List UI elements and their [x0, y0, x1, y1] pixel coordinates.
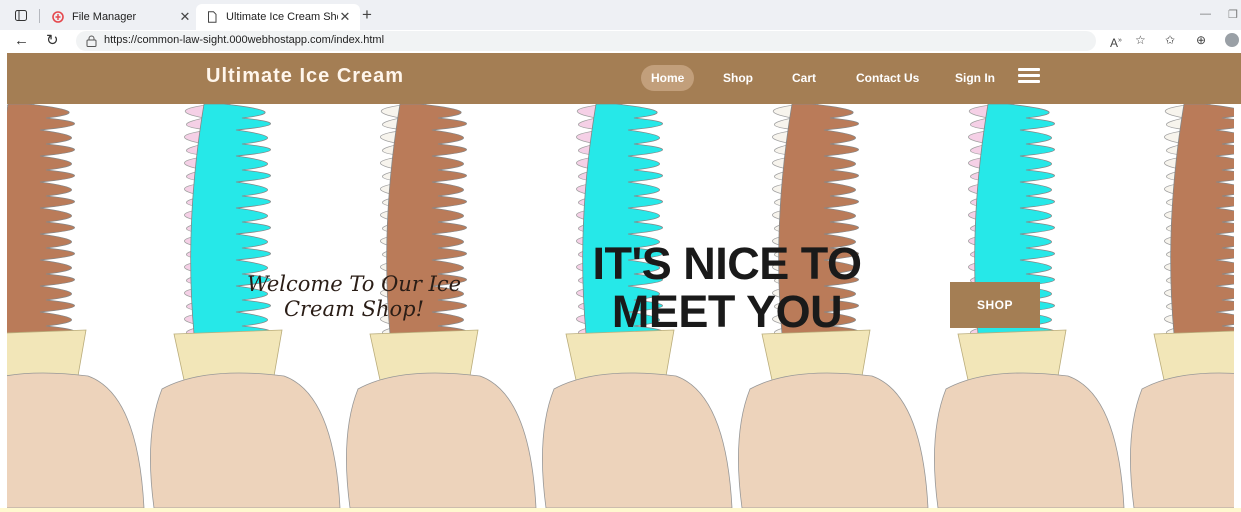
nav-sign-in[interactable]: Sign In: [955, 65, 995, 91]
hero-headline: IT'S NICE TO MEET YOU: [527, 240, 927, 336]
browser-address-bar: ← ↻ https://common-law-sight.000webhosta…: [0, 30, 1241, 52]
nav-cart[interactable]: Cart: [792, 65, 816, 91]
profile-avatar[interactable]: [1225, 33, 1239, 47]
url-text: https://common-law-sight.000webhostapp.c…: [104, 34, 385, 46]
tab-title: Ultimate Ice Cream Shop: [226, 11, 338, 23]
collections-icon[interactable]: ⊕: [1196, 34, 1206, 47]
sidebar-toggle-icon[interactable]: [15, 10, 27, 21]
page-edge: [1234, 104, 1241, 508]
browser-tab-bar: File Manager ✕ Ultimate Ice Cream Shop ✕…: [0, 0, 1241, 30]
minimize-icon[interactable]: —: [1200, 8, 1211, 20]
restore-icon[interactable]: ❐: [1228, 8, 1238, 21]
tab-ultimate-ice-cream-shop[interactable]: Ultimate Ice Cream Shop ✕: [196, 4, 360, 30]
file-manager-favicon-icon: [52, 11, 64, 23]
welcome-text: Welcome To Our Ice Cream Shop!: [219, 272, 489, 322]
nav-contact-us[interactable]: Contact Us: [856, 65, 919, 91]
nav-home[interactable]: Home: [641, 65, 695, 91]
site-info-icon[interactable]: [86, 35, 97, 47]
read-aloud-icon[interactable]: A»: [1110, 34, 1122, 50]
site-brand[interactable]: Ultimate Ice Cream: [206, 65, 404, 88]
close-tab-icon[interactable]: ✕: [178, 9, 192, 25]
tab-divider: [39, 9, 40, 23]
site-navbar: Ultimate Ice Cream Home Shop Cart Contac…: [7, 53, 1241, 104]
tab-title: File Manager: [72, 11, 137, 23]
back-arrow-icon[interactable]: ←: [14, 33, 29, 48]
tab-file-manager[interactable]: File Manager ✕: [42, 4, 200, 30]
shop-button[interactable]: SHOP: [950, 282, 1040, 328]
favorites-list-icon[interactable]: ✩: [1165, 34, 1175, 47]
new-tab-icon[interactable]: +: [362, 6, 372, 23]
hero-section: Welcome To Our Ice Cream Shop! IT'S NICE…: [7, 104, 1241, 508]
page-favicon-icon: [208, 11, 217, 23]
welcome-line-1: Welcome To Our Ice: [246, 272, 462, 296]
refresh-icon[interactable]: ↻: [46, 33, 59, 48]
next-section-strip: [0, 508, 1241, 512]
nav-shop[interactable]: Shop: [723, 65, 753, 91]
url-field[interactable]: https://common-law-sight.000webhostapp.c…: [76, 31, 1096, 51]
welcome-line-2: Cream Shop!: [283, 297, 425, 321]
close-tab-icon[interactable]: ✕: [338, 9, 352, 25]
headline-line-2: MEET YOU: [611, 286, 843, 337]
favorite-star-icon[interactable]: ☆: [1135, 34, 1146, 47]
hamburger-menu-icon[interactable]: [1018, 68, 1040, 84]
headline-line-1: IT'S NICE TO: [592, 238, 862, 289]
